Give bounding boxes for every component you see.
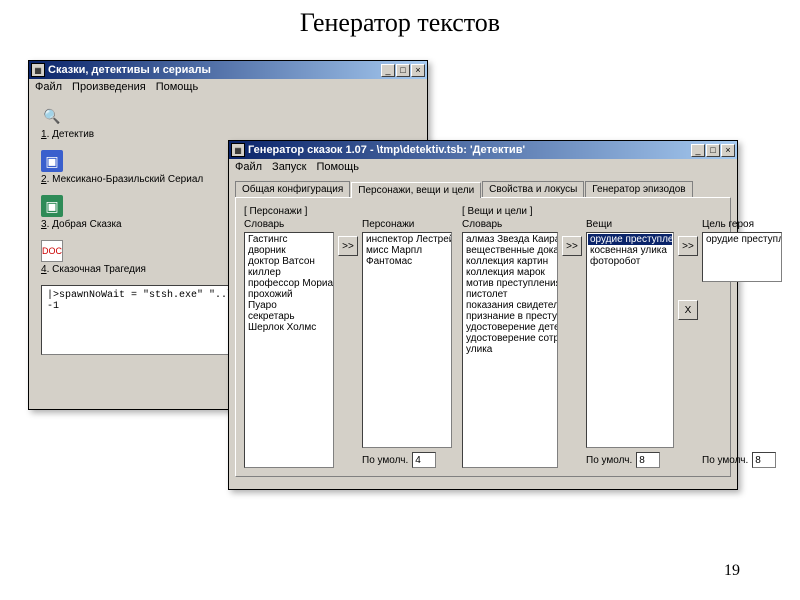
label-things: Вещи [586, 219, 674, 230]
group-characters-label: [ Персонажи ] [244, 206, 334, 217]
list-item[interactable]: Фантомас [364, 256, 450, 267]
list-item[interactable]: удостоверение сотрудника [464, 333, 556, 344]
tabs: Общая конфигурация Персонажи, вещи и цел… [229, 175, 737, 197]
list-item[interactable]: коллекция картин [464, 256, 556, 267]
list-item[interactable]: мисс Марпл [364, 245, 450, 256]
list-item[interactable]: дворник [246, 245, 332, 256]
list-item[interactable]: признание в преступлении [464, 311, 556, 322]
add-character-button[interactable]: >> [338, 236, 358, 256]
list-item[interactable]: доктор Ватсон [246, 256, 332, 267]
label-default: По умолч. [362, 455, 408, 466]
group-things-label: [ Вещи и цели ] [462, 206, 558, 217]
slide-title: Генератор текстов [0, 8, 800, 38]
titlebar[interactable]: ▦ Генератор сказок 1.07 - \tmp\detektiv.… [229, 141, 737, 159]
tab-properties[interactable]: Свойства и локусы [482, 181, 584, 197]
list-item[interactable]: вещественные доказательства [464, 245, 556, 256]
add-thing-button[interactable]: >> [562, 236, 582, 256]
tab-config[interactable]: Общая конфигурация [235, 181, 350, 197]
book-icon: ▣ [41, 150, 63, 172]
maximize-button[interactable]: □ [396, 64, 410, 77]
menu-help[interactable]: Помощь [316, 161, 359, 173]
list-item[interactable]: Пуаро [246, 300, 332, 311]
listbox-things[interactable]: орудие преступлениякосвенная уликафоторо… [586, 232, 674, 448]
remove-goal-button[interactable]: X [678, 300, 698, 320]
listbox-things-dict[interactable]: алмаз Звезда Каиравещественные доказател… [462, 232, 558, 468]
list-item[interactable]: секретарь [246, 311, 332, 322]
shortcut-detective[interactable]: 🔍 1. Детектив [41, 105, 415, 140]
minimize-button[interactable]: _ [691, 144, 705, 157]
book-icon: ▣ [41, 195, 63, 217]
window-generator: ▦ Генератор сказок 1.07 - \tmp\detektiv.… [228, 140, 738, 490]
menu-file[interactable]: Файл [35, 81, 62, 93]
tab-characters[interactable]: Персонажи, вещи и цели [351, 182, 481, 198]
document-icon: DOC [41, 240, 63, 262]
menu-run[interactable]: Запуск [272, 161, 306, 173]
list-item[interactable]: Гастингс [246, 234, 332, 245]
list-item[interactable]: коллекция марок [464, 267, 556, 278]
list-item[interactable]: показания свидетеля [464, 300, 556, 311]
listbox-characters-dict[interactable]: Гастингсдворникдоктор Ватсонкиллерпрофес… [244, 232, 334, 468]
list-item[interactable]: косвенная улика [588, 245, 672, 256]
list-item[interactable]: мотив преступления [464, 278, 556, 289]
list-item[interactable]: пистолет [464, 289, 556, 300]
window-title: Генератор сказок 1.07 - \tmp\detektiv.ts… [248, 144, 691, 156]
app-icon: ▦ [231, 143, 245, 157]
maximize-button[interactable]: □ [706, 144, 720, 157]
list-item[interactable]: профессор Мориарти [246, 278, 332, 289]
list-item[interactable]: алмаз Звезда Каира [464, 234, 556, 245]
menu-works[interactable]: Произведения [72, 81, 146, 93]
listbox-characters[interactable]: инспектор Лестрейдмисс МарплФантомас [362, 232, 452, 448]
menu-file[interactable]: Файл [235, 161, 262, 173]
default-things-input[interactable] [636, 452, 660, 468]
label-goal: Цель героя [702, 219, 782, 230]
label-dict: Словарь [244, 219, 334, 230]
list-item[interactable]: орудие преступления [704, 234, 780, 245]
add-goal-button[interactable]: >> [678, 236, 698, 256]
menubar: Файл Запуск Помощь [229, 159, 737, 175]
menu-help[interactable]: Помощь [156, 81, 199, 93]
list-item[interactable]: прохожий [246, 289, 332, 300]
list-item[interactable]: удостоверение детектива [464, 322, 556, 333]
default-goals-input[interactable] [752, 452, 776, 468]
label-dict: Словарь [462, 219, 558, 230]
tab-episodes[interactable]: Генератор эпизодов [585, 181, 692, 197]
default-characters-input[interactable] [412, 452, 436, 468]
list-item[interactable]: киллер [246, 267, 332, 278]
list-item[interactable]: фоторобот [588, 256, 672, 267]
list-item[interactable]: инспектор Лестрейд [364, 234, 450, 245]
label-default: По умолч. [702, 455, 748, 466]
label-characters: Персонажи [362, 219, 452, 230]
label-default: По умолч. [586, 455, 632, 466]
app-icon: ▦ [31, 63, 45, 77]
listbox-goal[interactable]: орудие преступления [702, 232, 782, 282]
page-number: 19 [724, 562, 740, 580]
tab-panel: [ Персонажи ] Словарь Гастингсдворникдок… [235, 197, 731, 477]
close-button[interactable]: × [721, 144, 735, 157]
magnifier-icon: 🔍 [41, 105, 63, 127]
titlebar[interactable]: ▦ Сказки, детективы и сериалы _ □ × [29, 61, 427, 79]
list-item[interactable]: орудие преступления [588, 234, 672, 245]
window-title: Сказки, детективы и сериалы [48, 64, 381, 76]
menubar: Файл Произведения Помощь [29, 79, 427, 95]
list-item[interactable]: улика [464, 344, 556, 355]
list-item[interactable]: Шерлок Холмс [246, 322, 332, 333]
close-button[interactable]: × [411, 64, 425, 77]
minimize-button[interactable]: _ [381, 64, 395, 77]
